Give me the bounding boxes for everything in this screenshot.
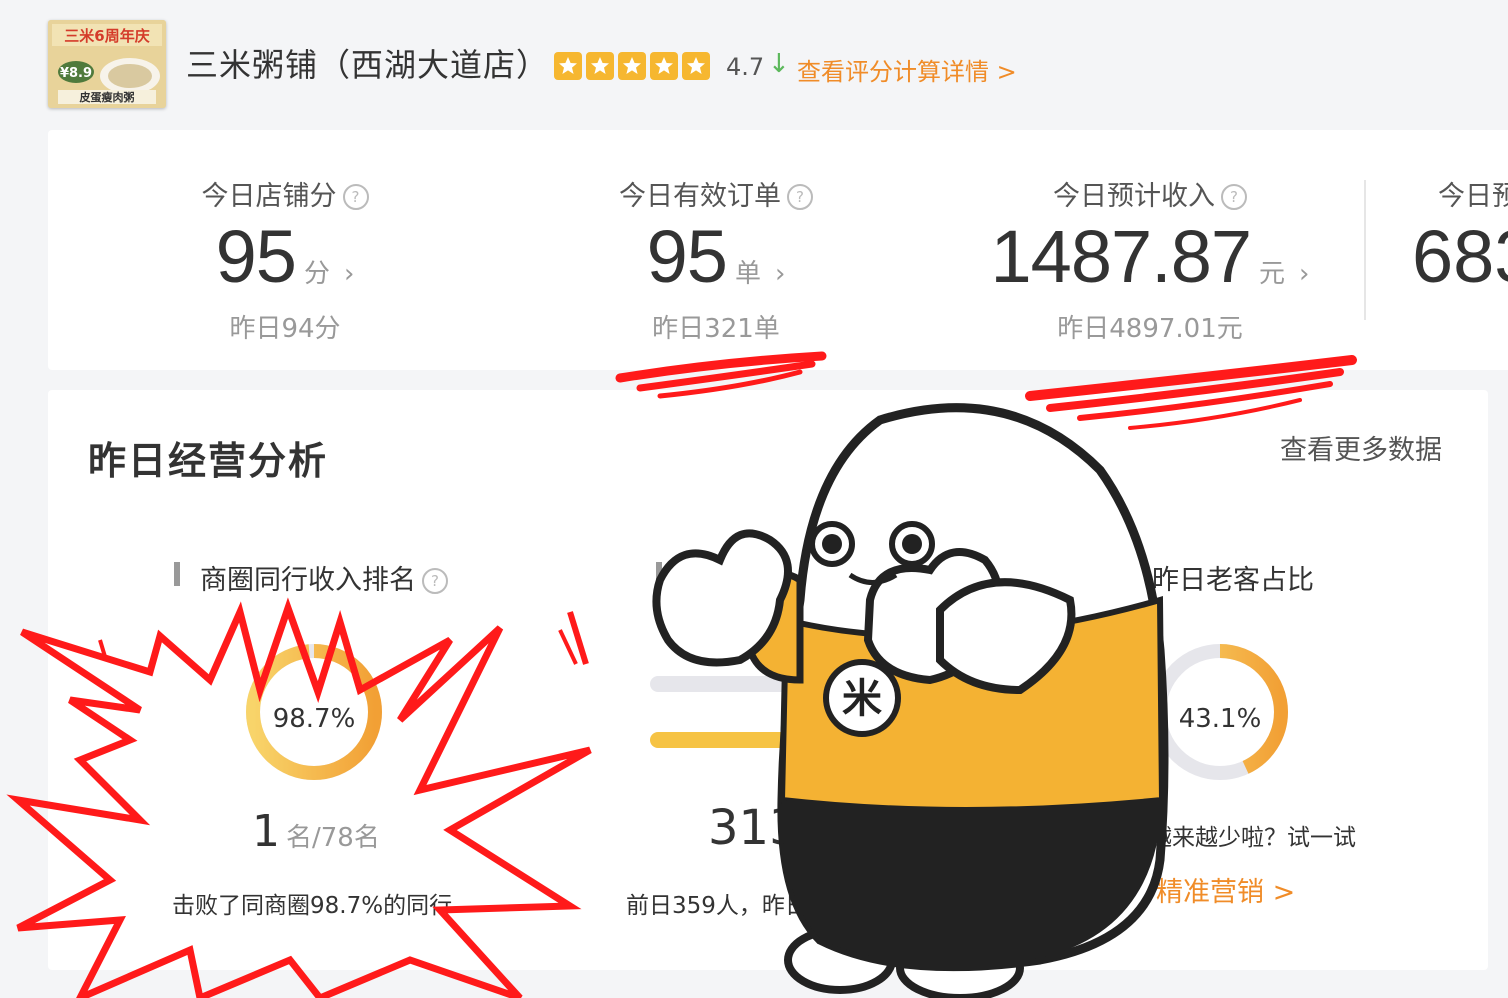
repeat-percent: 43.1% — [1178, 704, 1262, 734]
view-more-data-link[interactable]: 查看更多数据 — [1280, 428, 1442, 467]
metric-value: 683 — [1412, 215, 1508, 298]
chevron-right-icon[interactable]: › — [344, 259, 354, 289]
metric-yesterday: 昨日321单 — [652, 314, 780, 344]
metric-label: 今日店铺分 — [201, 181, 337, 212]
help-icon[interactable]: ? — [342, 184, 369, 210]
rank-value: 1 名/78名 — [252, 806, 380, 857]
chevron-right-icon[interactable]: › — [1299, 259, 1309, 289]
logo-price-text: ¥8.9 — [60, 66, 92, 81]
rank-percent: 98.7% — [272, 704, 356, 734]
help-icon[interactable]: ? — [1221, 184, 1247, 210]
shop-logo-image: 三米6周年庆 ¥8.9 皮蛋瘦肉粥 — [48, 20, 166, 108]
help-icon[interactable]: ? — [787, 184, 813, 210]
star-icon — [682, 52, 710, 80]
metric-yesterday: 昨日4897.01元 — [1057, 314, 1243, 344]
rank-number: 1 — [252, 806, 280, 857]
customers-prev-text: 前日359人，昨日减 — [626, 893, 831, 919]
section-bar — [174, 562, 180, 586]
metric-value: 95 — [215, 215, 297, 298]
analysis-title: 昨日经营分析 — [88, 439, 329, 483]
metric-value: 95 — [646, 215, 728, 298]
chevron-right-icon[interactable]: › — [775, 259, 785, 289]
compare-bar-track — [650, 676, 810, 692]
star-icon — [650, 52, 678, 80]
customers-value: 313 — [708, 800, 800, 856]
metric-label: 今日预 — [1438, 181, 1508, 212]
metric-unit: 单 — [734, 259, 761, 289]
metric-partial[interactable]: 今日预 683 — [1388, 130, 1508, 370]
star-icon — [586, 52, 614, 80]
metric-unit: 元 — [1259, 259, 1286, 289]
rating-detail-link[interactable]: 查看评分计算详情 > — [797, 52, 1017, 87]
shop-logo: 三米6周年庆 ¥8.9 皮蛋瘦肉粥 — [48, 20, 166, 108]
shop-name: 三米粥铺（西湖大道店） — [186, 46, 550, 84]
logo-promo-text: 三米6周年庆 — [64, 27, 149, 45]
beat-text: 击败了同商圈98.7%的同行 — [172, 893, 453, 919]
rating-stars — [554, 52, 710, 80]
precise-marketing-link[interactable]: 精准营销 > — [1156, 870, 1295, 909]
metric-unit: 分 — [303, 259, 330, 289]
rank-total: 名/78名 — [286, 823, 380, 853]
metric-yesterday: 昨日94分 — [229, 314, 341, 344]
help-icon[interactable]: ? — [422, 568, 448, 594]
down-arrow-icon: ↓ — [768, 49, 790, 79]
star-icon — [618, 52, 646, 80]
rating-score: 4.7 — [726, 53, 765, 81]
compare-bar-fill — [650, 732, 810, 748]
metric-label: 今日预计收入 — [1053, 181, 1215, 212]
metric-divider — [1364, 180, 1366, 320]
star-icon — [554, 52, 582, 80]
logo-dish-text: 皮蛋瘦肉粥 — [79, 90, 135, 104]
rank-section-title: 商圈同行收入排名? — [200, 558, 448, 597]
today-metrics-card: 今日店铺分? 95 分 › 昨日94分 今日有效订单? 95 单 › 昨日321单 今日… — [48, 130, 1508, 370]
metric-value: 1487.87 — [990, 215, 1252, 298]
repeat-section-title: 昨日老客占比 — [1152, 565, 1314, 596]
section-bar — [656, 562, 662, 586]
repeat-tip: 客越来越少啦？试一试 — [1126, 825, 1356, 851]
metric-label: 今日有效订单 — [619, 181, 781, 212]
